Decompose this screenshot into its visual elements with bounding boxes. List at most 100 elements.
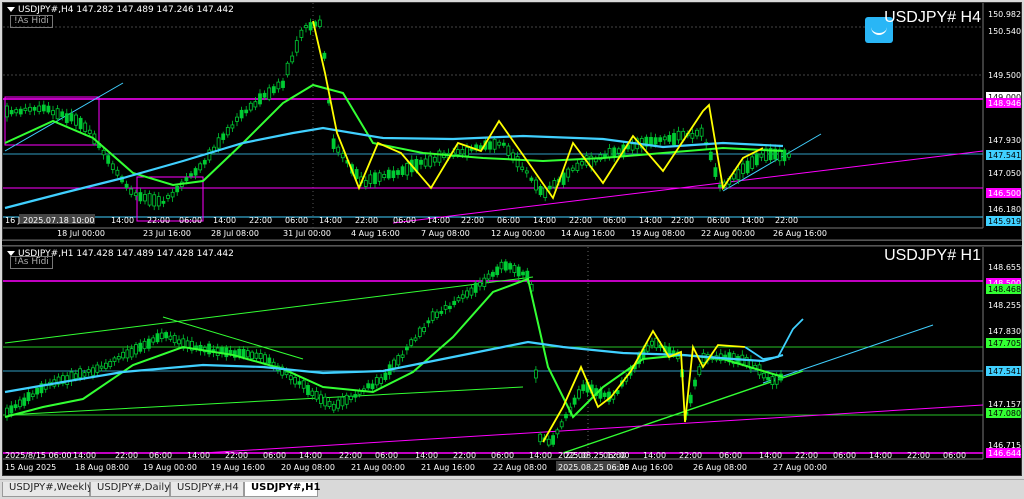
h4-time-label: 22:00	[569, 216, 592, 225]
h1-candle	[159, 332, 164, 339]
h4-price-label: 147.050	[988, 169, 1021, 178]
h1-candle	[263, 354, 267, 364]
h4-candle	[46, 105, 51, 113]
h4-candle	[340, 153, 345, 159]
h1-candle	[284, 371, 289, 376]
h1-candle	[177, 339, 181, 345]
h1-candle	[546, 438, 551, 446]
h4-candle	[488, 141, 492, 150]
h4-candle	[143, 194, 147, 202]
h4-candle	[161, 200, 166, 204]
h1-candle	[245, 350, 250, 358]
h4-candle	[216, 137, 221, 149]
h4-candle	[304, 25, 308, 29]
h1-trend-line	[762, 324, 934, 384]
h1-candle	[35, 387, 39, 395]
h4-candle	[244, 109, 249, 114]
h1-candle	[340, 396, 345, 407]
h4-time-label: 06:00	[497, 216, 520, 225]
h4-candle	[285, 62, 290, 76]
h4-candle	[736, 169, 741, 180]
h1-candle	[82, 372, 87, 377]
h4-candle	[708, 151, 713, 161]
h1-time-label: 22:00	[679, 451, 702, 460]
h4-candle	[37, 105, 42, 113]
h4-candle	[336, 146, 341, 153]
h4-candle	[110, 163, 115, 170]
h1-candle	[577, 389, 581, 399]
h4-time-label: 22:00	[147, 216, 170, 225]
h1-date-label: 15 Aug 2025	[5, 463, 56, 472]
h4-price-label: 146.500	[988, 189, 1021, 198]
h4-time-label: 06:00	[393, 216, 416, 225]
h4-candle	[630, 143, 635, 151]
h1-date-label: 27 Aug 00:00	[773, 463, 827, 472]
h1-candle	[288, 375, 293, 381]
tab-daily[interactable]: USDJPY#,Daily	[90, 482, 170, 497]
h4-time-label: 14:00	[427, 216, 450, 225]
h1-time-label: 2025.08.25 12:00	[558, 451, 629, 460]
h1-time-label: 22:00	[795, 451, 818, 460]
h4-candle	[667, 135, 672, 142]
tab-h4[interactable]: USDJPY#,H4	[170, 482, 244, 497]
h1-projection	[744, 318, 804, 360]
h4-time-label: 14:00	[319, 216, 342, 225]
as-hidden-label-h4[interactable]: !As Hidi	[10, 15, 53, 28]
h4-candle	[754, 153, 759, 166]
h1-candle	[602, 392, 607, 397]
h1-candle	[404, 346, 409, 351]
h1-candle	[224, 347, 229, 358]
h1-candle	[422, 327, 427, 332]
h1-time-label: 14:00	[415, 451, 438, 460]
h1-price-label: 147.541	[988, 367, 1021, 376]
h1-time-label: 14:00	[869, 451, 892, 460]
h4-candle	[271, 86, 276, 94]
h1-time-label: 06:00	[943, 451, 966, 460]
h4-candle	[184, 177, 189, 182]
as-hidden-label-h1[interactable]: !As Hidi	[10, 256, 53, 269]
h4-candle	[524, 170, 529, 174]
h4-candle	[672, 133, 676, 146]
h4-candle	[175, 186, 180, 193]
h1-candle	[770, 376, 775, 385]
h1-trend-line	[202, 404, 984, 454]
h4-candle	[299, 29, 304, 38]
h1-time-label: 14:00	[643, 451, 666, 460]
h4-candle	[83, 122, 88, 132]
h1-candle	[645, 345, 650, 352]
h4-candle	[570, 167, 575, 171]
h1-date-label: 21 Aug 16:00	[421, 463, 475, 472]
h1-candle	[142, 340, 147, 350]
h1-candle	[30, 393, 35, 397]
h1-candle	[508, 263, 513, 270]
h1-price-label: 147.157	[988, 400, 1021, 409]
h4-candle	[432, 156, 437, 163]
h1-candle	[108, 361, 113, 368]
h4-candle	[368, 174, 373, 184]
h1-candle	[327, 400, 332, 407]
h1-candle	[400, 354, 405, 358]
tab-h1[interactable]: USDJPY#,H1	[244, 482, 320, 497]
h4-candle	[106, 155, 111, 164]
h4-candle	[138, 192, 143, 202]
chart-canvas-h1[interactable]: 148.655148.500148.468148.255147.830147.7…	[3, 247, 1022, 476]
h4-candle	[690, 133, 695, 139]
h4-candle	[202, 159, 207, 165]
h1-candle	[250, 351, 255, 360]
h1-candle	[417, 327, 422, 337]
h1-candle	[331, 403, 336, 411]
h4-date-label: 12 Aug 00:00	[491, 229, 545, 238]
h1-candle	[443, 305, 448, 310]
h1-candle	[306, 385, 310, 395]
h4-candle	[101, 149, 106, 156]
h4-candle	[506, 145, 511, 156]
h4-time-label: 14:00	[533, 216, 556, 225]
h4-candle	[166, 194, 170, 199]
chart-pane-h1[interactable]: 148.655 148.500 148.468 148.255 147.830 147.7…	[2, 246, 1022, 476]
h1-candle	[73, 373, 78, 379]
tab-weekly[interactable]: USDJPY#,Weekly	[2, 482, 93, 497]
h1-candle	[125, 349, 130, 359]
h1-candle	[314, 391, 319, 400]
chart-pane-h4[interactable]: 150.982 150.540 149.500 149.000 148.946 147.9…	[2, 2, 1022, 240]
h1-candle	[460, 294, 465, 299]
